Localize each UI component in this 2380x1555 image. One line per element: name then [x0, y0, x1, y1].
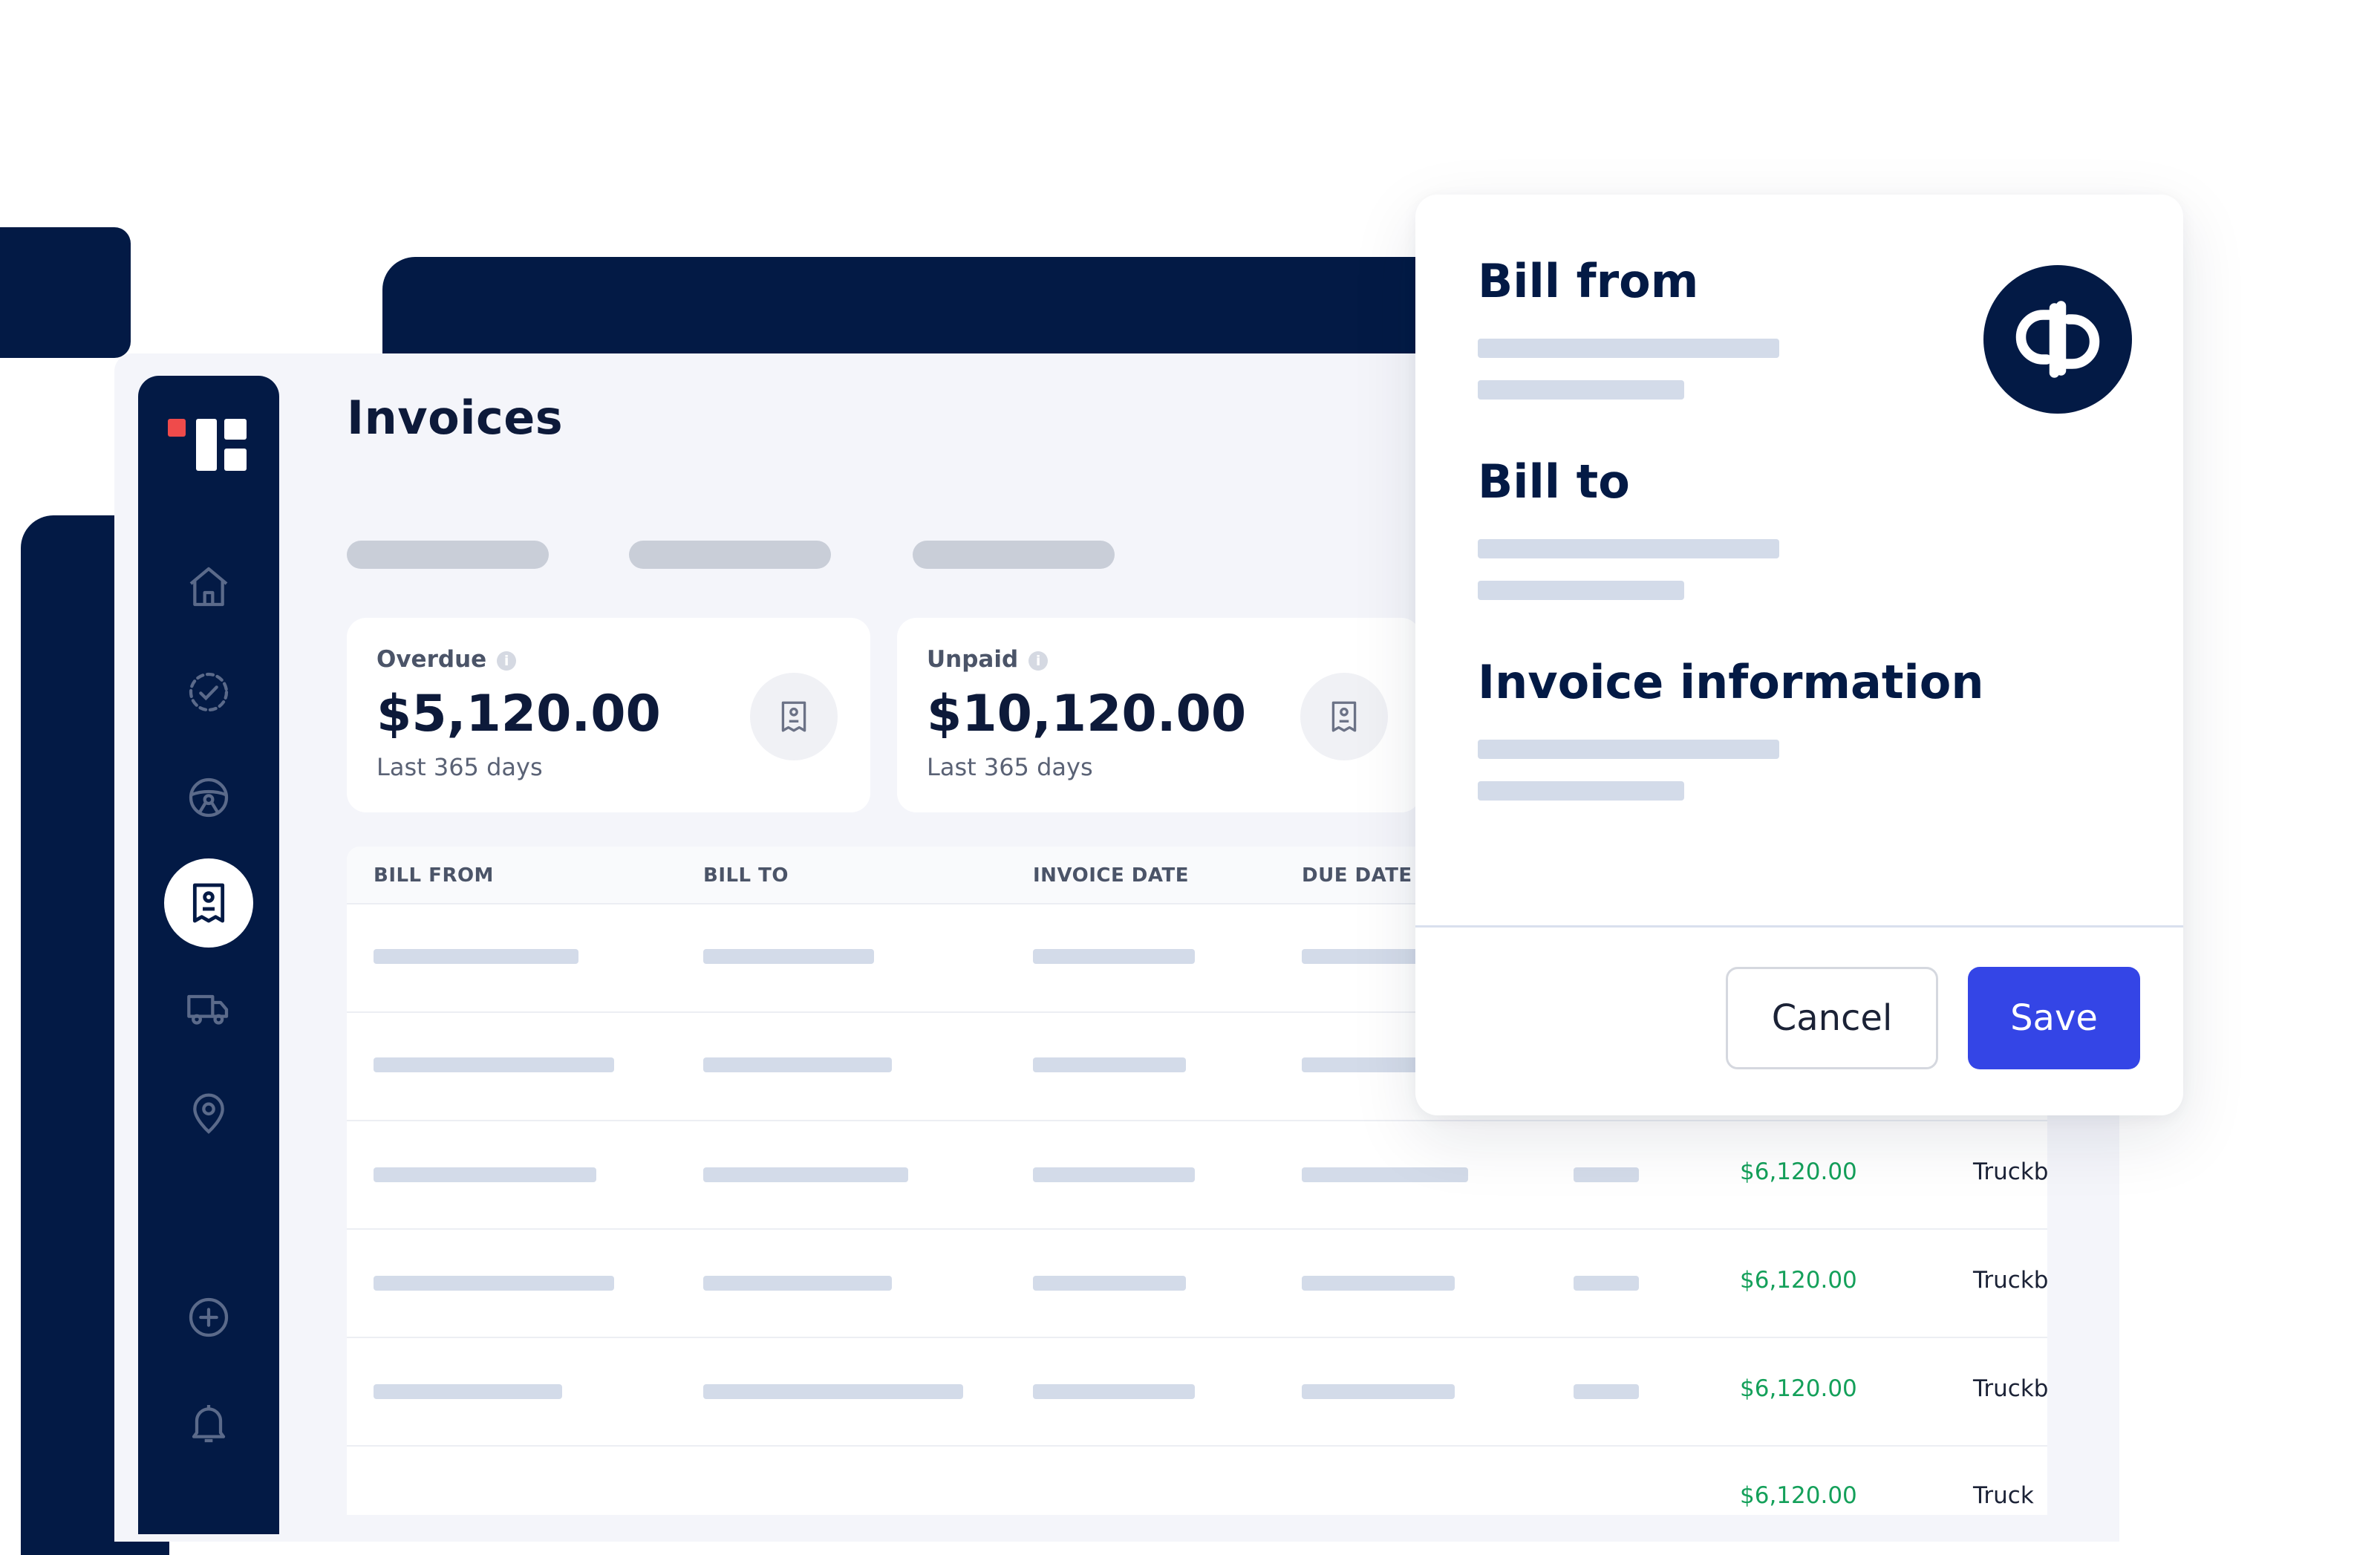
unpaid-card[interactable]: Unpaid i $10,120.00 Last 365 days [897, 618, 1421, 812]
home-icon [189, 567, 228, 607]
sidebar-item-drivers[interactable] [164, 753, 253, 842]
column-header-invoice-date[interactable]: INVOICE DATE [1033, 864, 1189, 887]
filter-tab-placeholder[interactable] [347, 541, 549, 569]
logo-red-square [168, 419, 186, 437]
add-circle-icon [189, 1297, 229, 1337]
sidebar-item-tasks[interactable] [164, 648, 253, 737]
placeholder-bar [703, 949, 874, 964]
placeholder-bar [1302, 1384, 1455, 1399]
row-amount: $6,120.00 [1740, 1482, 1857, 1509]
location-pin-icon [193, 1093, 224, 1134]
row-amount: $6,120.00 [1740, 1375, 1857, 1402]
placeholder-bar [374, 1384, 562, 1399]
section-title-invoice-information: Invoice information [1478, 655, 1984, 709]
placeholder-bar [1478, 539, 1779, 558]
filter-tab-placeholder[interactable] [913, 541, 1115, 569]
placeholder-bar [1033, 1057, 1186, 1072]
placeholder-bar [1478, 581, 1684, 600]
overdue-card[interactable]: Overdue i $5,120.00 Last 365 days [347, 618, 870, 812]
logo-block [224, 419, 247, 440]
row-amount: $6,120.00 [1740, 1267, 1857, 1294]
placeholder-bar [1478, 781, 1684, 801]
placeholder-bar [703, 1276, 892, 1291]
quickbooks-logo [1983, 265, 2132, 414]
logo-block [224, 449, 247, 471]
table-row[interactable]: $6,120.00 Truck [347, 1445, 2047, 1554]
row-carrier: Truckb [1973, 1158, 2049, 1185]
placeholder-bar [374, 1167, 596, 1182]
filter-tab-placeholder[interactable] [629, 541, 831, 569]
truck-icon [187, 994, 229, 1025]
placeholder-bar [1033, 949, 1195, 964]
row-carrier: Truckb [1973, 1375, 2049, 1402]
row-carrier: Truck [1973, 1482, 2034, 1509]
cancel-button[interactable]: Cancel [1726, 967, 1938, 1069]
sidebar-item-locations[interactable] [164, 1069, 253, 1158]
placeholder-bar [703, 1384, 963, 1399]
app-logo[interactable] [168, 419, 250, 478]
section-title-bill-to: Bill to [1478, 454, 1630, 509]
sidebar [138, 376, 279, 1534]
logo-block [196, 419, 217, 471]
table-row[interactable]: $6,120.00 Truckb [347, 1120, 2049, 1230]
card-label: Unpaid i [927, 646, 1049, 673]
placeholder-bar [1033, 1167, 1195, 1182]
receipt-icon [1300, 673, 1388, 760]
card-amount: $10,120.00 [927, 685, 1247, 743]
sidebar-item-add[interactable] [164, 1273, 253, 1362]
section-title-bill-from: Bill from [1478, 254, 1699, 308]
sidebar-item-notifications[interactable] [164, 1378, 253, 1467]
table-row[interactable]: $6,120.00 Truckb [347, 1337, 2049, 1447]
column-header-bill-to[interactable]: BILL TO [703, 864, 789, 887]
placeholder-bar [1574, 1276, 1639, 1291]
placeholder-bar [703, 1167, 908, 1182]
column-header-bill-from[interactable]: BILL FROM [374, 864, 494, 887]
sidebar-item-invoices[interactable] [164, 858, 253, 948]
modal-divider [1415, 925, 2183, 928]
info-icon[interactable]: i [1028, 651, 1049, 671]
card-amount: $5,120.00 [376, 685, 661, 743]
invoice-edit-modal: Bill from Bill to Invoice information Ca… [1415, 195, 2183, 1115]
placeholder-bar [1574, 1167, 1639, 1182]
column-header-due-date[interactable]: DUE DATE [1302, 864, 1412, 887]
bell-icon [192, 1405, 226, 1443]
placeholder-bar [1478, 380, 1684, 400]
placeholder-bar [1033, 1384, 1195, 1399]
row-amount: $6,120.00 [1740, 1158, 1857, 1185]
card-label: Overdue i [376, 646, 517, 673]
page-title: Invoices [347, 391, 564, 445]
table-row[interactable]: $6,120.00 Truckb [347, 1228, 2049, 1338]
placeholder-bar [1302, 1276, 1455, 1291]
info-icon[interactable]: i [497, 651, 517, 671]
placeholder-bar [374, 1057, 614, 1072]
steering-wheel-icon [189, 778, 229, 818]
tasks-check-icon [189, 672, 229, 712]
save-button[interactable]: Save [1968, 967, 2140, 1069]
decorative-navy-square [0, 227, 131, 358]
receipt-icon [750, 673, 838, 760]
placeholder-bar [374, 1276, 614, 1291]
placeholder-bar [374, 949, 578, 964]
card-period: Last 365 days [927, 753, 1093, 781]
placeholder-bar [1478, 339, 1779, 358]
placeholder-bar [1302, 1167, 1468, 1182]
placeholder-bar [1033, 1276, 1186, 1291]
card-label-text: Overdue [376, 646, 487, 673]
row-carrier: Truckb [1973, 1267, 2049, 1294]
invoice-receipt-icon [192, 883, 225, 923]
placeholder-bar [703, 1057, 892, 1072]
card-label-text: Unpaid [927, 646, 1019, 673]
placeholder-bar [1574, 1384, 1639, 1399]
sidebar-item-home[interactable] [164, 542, 253, 631]
sidebar-item-trucks[interactable] [164, 964, 253, 1053]
card-period: Last 365 days [376, 753, 543, 781]
placeholder-bar [1478, 740, 1779, 759]
